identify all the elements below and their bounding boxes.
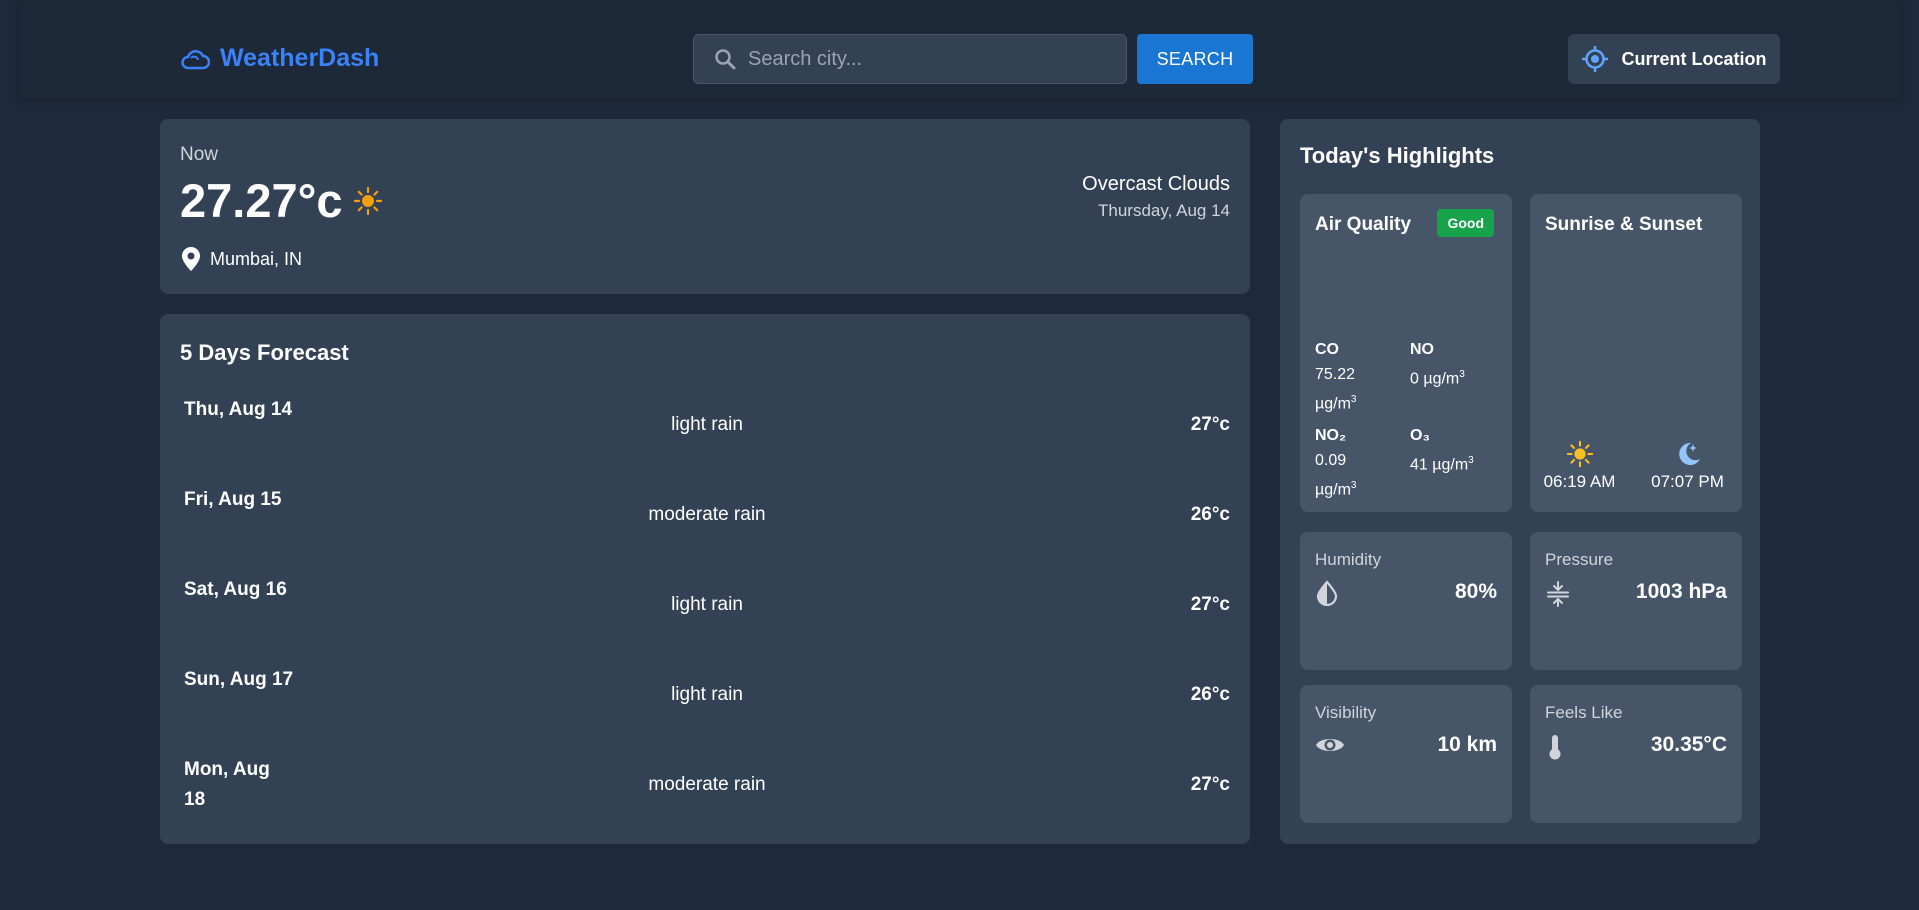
top-bar: WeatherDash SEARCH Current Location bbox=[20, 0, 1900, 98]
pollutant-name: CO bbox=[1315, 341, 1339, 358]
forecast-temperature: 26°c bbox=[1190, 504, 1230, 525]
current-location-button[interactable]: Current Location bbox=[1568, 34, 1780, 84]
air-quality-tile: Air Quality Good CO 75.22 µg/m3 NO 0 µg/m… bbox=[1300, 194, 1512, 512]
location-row: Mumbai, IN bbox=[182, 247, 302, 271]
humidity-value: 80% bbox=[1454, 580, 1497, 603]
forecast-row: Thu, Aug 14 light rain 27°c bbox=[184, 395, 1230, 455]
forecast-day: Mon, Aug 18 bbox=[184, 759, 270, 810]
pollutant-name: O₃ bbox=[1410, 427, 1430, 444]
visibility-tile: Visibility 10 km bbox=[1300, 685, 1512, 823]
forecast-temperature: 26°c bbox=[1190, 684, 1230, 705]
sunrise-time: 06:19 AM bbox=[1543, 472, 1616, 491]
brand-logo[interactable]: WeatherDash bbox=[180, 44, 379, 73]
search-button[interactable]: SEARCH bbox=[1137, 34, 1253, 84]
humidity-tile: Humidity 80% bbox=[1300, 532, 1512, 670]
cloud-icon bbox=[181, 49, 210, 69]
search-input[interactable] bbox=[748, 47, 1108, 71]
feels-like-tile: Feels Like 30.35°C bbox=[1530, 685, 1742, 823]
forecast-row: Fri, Aug 15 moderate rain 26°c bbox=[184, 485, 1230, 545]
thermometer-icon bbox=[1549, 735, 1561, 760]
current-temperature: 27.27°c bbox=[180, 174, 343, 227]
humidity-icon bbox=[1316, 580, 1338, 606]
map-pin-icon bbox=[182, 247, 200, 271]
brand-name: WeatherDash bbox=[220, 44, 380, 72]
visibility-label: Visibility bbox=[1315, 703, 1377, 722]
highlights-title: Today's Highlights bbox=[1300, 143, 1495, 168]
forecast-card: 5 Days Forecast Thu, Aug 14 light rain 2… bbox=[160, 314, 1250, 844]
pressure-label: Pressure bbox=[1545, 550, 1614, 569]
pollutant-value: 0 µg/m3 bbox=[1410, 369, 1465, 388]
pollutant-name: NO bbox=[1410, 341, 1434, 358]
forecast-description: light rain bbox=[671, 684, 743, 705]
now-label: Now bbox=[180, 144, 219, 165]
current-location-label: Current Location bbox=[1621, 48, 1767, 69]
forecast-temperature: 27°c bbox=[1190, 774, 1230, 795]
search-icon bbox=[715, 49, 736, 70]
forecast-temperature: 27°c bbox=[1190, 414, 1230, 435]
sunrise-sunset-title: Sunrise & Sunset bbox=[1545, 214, 1703, 235]
crosshair-icon bbox=[1582, 46, 1609, 72]
forecast-day: Thu, Aug 14 bbox=[184, 399, 293, 420]
sunset-time: 07:07 PM bbox=[1651, 472, 1724, 491]
weather-condition: Overcast Clouds bbox=[1082, 173, 1230, 195]
forecast-row: Sat, Aug 16 light rain 27°c bbox=[184, 575, 1230, 635]
pollutant-co: CO 75.22 µg/m3 bbox=[1315, 337, 1405, 416]
air-quality-title: Air Quality bbox=[1315, 214, 1412, 235]
forecast-row: Sun, Aug 17 light rain 26°c bbox=[184, 665, 1230, 725]
air-quality-badge: Good bbox=[1437, 209, 1494, 237]
forecast-description: light rain bbox=[671, 594, 743, 615]
visibility-value: 10 km bbox=[1437, 733, 1497, 756]
pollutant-no2: NO₂ 0.09 µg/m3 bbox=[1315, 423, 1405, 502]
forecast-day: Sat, Aug 16 bbox=[184, 579, 287, 600]
pollutant-o3: O₃ 41 µg/m3 bbox=[1410, 423, 1510, 477]
pollutant-value: 0.09 µg/m3 bbox=[1315, 452, 1357, 499]
feels-like-value: 30.35°C bbox=[1650, 733, 1727, 756]
forecast-description: moderate rain bbox=[648, 504, 766, 525]
eye-icon bbox=[1316, 739, 1344, 751]
forecast-day: Sun, Aug 17 bbox=[184, 669, 294, 690]
forecast-temperature: 27°c bbox=[1190, 594, 1230, 615]
pressure-tile: Pressure 1003 hPa bbox=[1530, 532, 1742, 670]
sunrise: 06:19 AM bbox=[1532, 440, 1627, 492]
pressure-value: 1003 hPa bbox=[1635, 580, 1727, 603]
current-weather-card: Now 27.27°c Mumbai, IN Overcast Clouds T… bbox=[160, 119, 1250, 294]
sun-icon bbox=[353, 186, 382, 215]
sunrise-sunset-tile: Sunrise & Sunset 06:19 AM 07:07 PM bbox=[1530, 194, 1742, 512]
forecast-title: 5 Days Forecast bbox=[180, 340, 349, 365]
forecast-description: light rain bbox=[671, 414, 743, 435]
forecast-row: Mon, Aug 18 moderate rain 27°c bbox=[184, 755, 1230, 815]
pollutant-value: 41 µg/m3 bbox=[1410, 455, 1474, 474]
pollutant-value: 75.22 µg/m3 bbox=[1315, 366, 1357, 413]
sunrise-icon bbox=[1566, 440, 1593, 468]
search-box bbox=[693, 34, 1127, 84]
moon-icon bbox=[1678, 442, 1700, 465]
highlights-card: Today's Highlights Air Quality Good CO 7… bbox=[1280, 119, 1760, 844]
location-text: Mumbai, IN bbox=[210, 248, 303, 269]
current-date: Thursday, Aug 14 bbox=[1098, 201, 1230, 220]
humidity-label: Humidity bbox=[1315, 550, 1382, 569]
pollutant-name: NO₂ bbox=[1315, 427, 1347, 444]
compress-icon bbox=[1547, 581, 1569, 607]
feels-like-label: Feels Like bbox=[1545, 703, 1623, 722]
sunset: 07:07 PM bbox=[1640, 440, 1735, 492]
pollutant-no: NO 0 µg/m3 bbox=[1410, 337, 1510, 391]
forecast-description: moderate rain bbox=[648, 774, 766, 795]
forecast-day: Fri, Aug 15 bbox=[184, 489, 282, 510]
temperature-row: 27.27°c bbox=[180, 173, 383, 228]
